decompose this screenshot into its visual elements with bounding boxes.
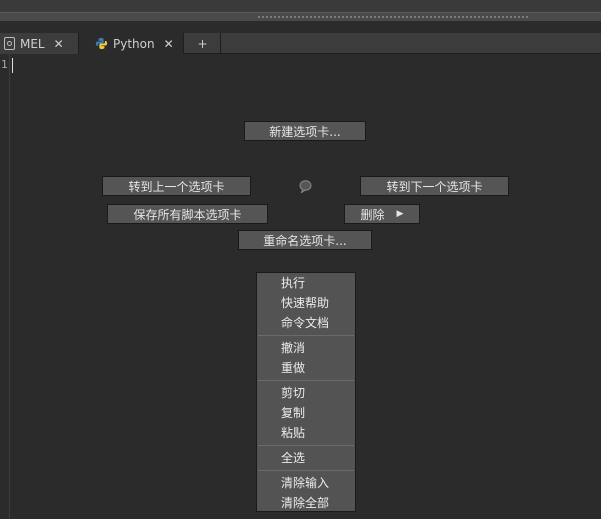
plus-icon: +	[197, 36, 208, 51]
prev-tab-button[interactable]: 转到上一个选项卡	[102, 176, 251, 196]
python-icon	[95, 37, 108, 50]
delete-submenu-button[interactable]: 删除 ▶	[344, 204, 420, 224]
menu-item-undo[interactable]: 撤消	[257, 338, 355, 358]
speech-bubble-icon	[299, 180, 312, 193]
script-tab-bar: MEL ✕ Python ✕ +	[0, 33, 601, 54]
tab-mel-close-icon[interactable]: ✕	[54, 37, 64, 51]
context-menu: 执行 快速帮助 命令文档 撤消 重做 剪切 复制 粘贴 全选 清除输入 清除全部	[256, 272, 356, 512]
menu-item-cut[interactable]: 剪切	[257, 383, 355, 403]
splitter-grip[interactable]	[257, 15, 529, 19]
save-all-tabs-button[interactable]: 保存所有脚本选项卡	[107, 204, 268, 224]
menu-item-clear-all[interactable]: 清除全部	[257, 493, 355, 513]
pane-splitter[interactable]	[0, 12, 601, 22]
prev-tab-label: 转到上一个选项卡	[128, 179, 225, 194]
mel-script-icon	[4, 37, 15, 50]
new-tab-button[interactable]: 新建选项卡...	[244, 121, 366, 141]
menu-item-clear-input[interactable]: 清除输入	[257, 473, 355, 493]
menu-separator	[258, 445, 354, 446]
submenu-arrow-icon: ▶	[396, 209, 404, 219]
menu-separator	[258, 470, 354, 471]
menu-item-command-docs[interactable]: 命令文档	[257, 313, 355, 333]
tab-python-label: Python	[113, 36, 155, 51]
line-number-gutter: 1	[0, 54, 10, 519]
menu-item-redo[interactable]: 重做	[257, 358, 355, 378]
panel-top-area	[0, 0, 601, 12]
next-tab-button[interactable]: 转到下一个选项卡	[360, 176, 509, 196]
add-tab-button[interactable]: +	[185, 33, 221, 54]
save-all-label: 保存所有脚本选项卡	[133, 207, 242, 222]
tab-python-close-icon[interactable]: ✕	[164, 37, 174, 51]
line-number: 1	[1, 58, 8, 71]
tab-mel-label: MEL	[20, 36, 45, 51]
menu-separator	[258, 380, 354, 381]
menu-item-paste[interactable]: 粘贴	[257, 423, 355, 443]
new-tab-label: 新建选项卡...	[269, 124, 341, 139]
menu-item-copy[interactable]: 复制	[257, 403, 355, 423]
text-caret	[12, 58, 13, 73]
rename-label: 重命名选项卡...	[263, 233, 347, 248]
rename-tab-button[interactable]: 重命名选项卡...	[238, 230, 372, 250]
tab-mel[interactable]: MEL ✕	[0, 33, 78, 54]
delete-label: 删除	[360, 207, 385, 222]
menu-separator	[258, 335, 354, 336]
tab-python[interactable]: Python ✕	[78, 33, 184, 54]
menu-item-quick-help[interactable]: 快速帮助	[257, 293, 355, 313]
menu-item-select-all[interactable]: 全选	[257, 448, 355, 468]
next-tab-label: 转到下一个选项卡	[386, 179, 483, 194]
menu-item-execute[interactable]: 执行	[257, 273, 355, 293]
